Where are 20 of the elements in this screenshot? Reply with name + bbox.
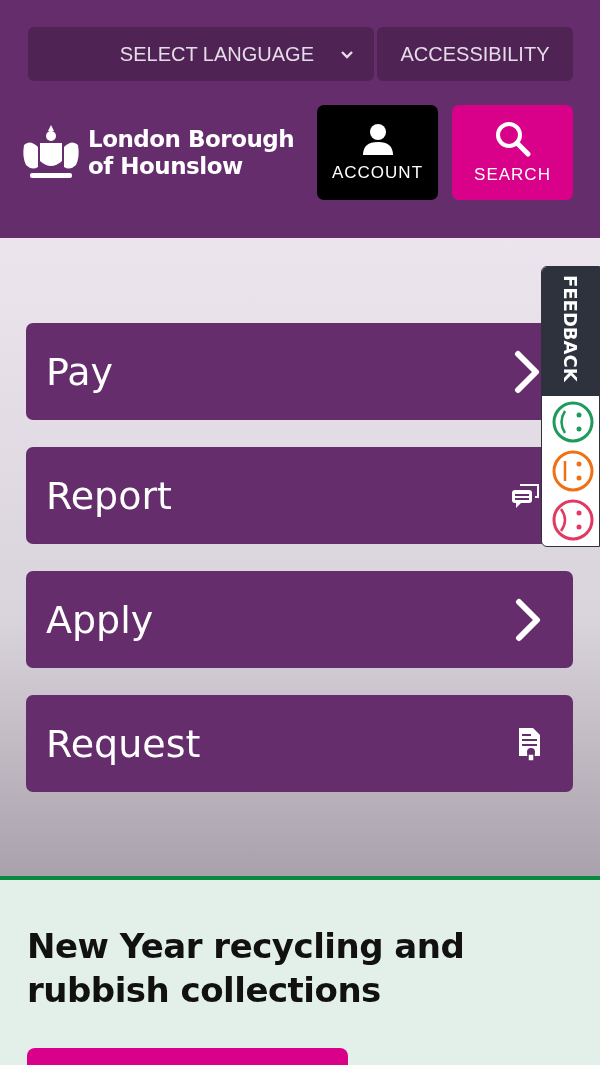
neutral-face-icon[interactable] bbox=[550, 449, 595, 493]
accessibility-button[interactable]: ACCESSIBILITY bbox=[377, 27, 573, 81]
news-heading: New Year recycling and rubbish collections bbox=[27, 925, 466, 1012]
menu-item[interactable]: Request bbox=[26, 695, 573, 792]
search-button[interactable]: SEARCH bbox=[452, 105, 573, 200]
person-icon bbox=[362, 122, 393, 155]
document-icon bbox=[517, 725, 543, 762]
account-button[interactable]: ACCOUNT bbox=[317, 105, 438, 200]
borough-name[interactable]: London Borough of Hounslow bbox=[88, 125, 295, 180]
menu-item[interactable]: Report bbox=[26, 447, 542, 544]
chevron-icon bbox=[512, 349, 542, 394]
language-select[interactable]: SELECT LANGUAGE bbox=[28, 27, 374, 81]
caret-icon bbox=[340, 49, 354, 59]
happy-face-icon[interactable] bbox=[550, 400, 595, 444]
search-icon bbox=[494, 120, 531, 157]
chevron-icon bbox=[513, 597, 543, 642]
feedback-tab[interactable]: FEEDBACK bbox=[542, 267, 599, 396]
sad-face-icon[interactable] bbox=[550, 498, 595, 542]
menu-item[interactable]: Apply bbox=[26, 571, 573, 668]
menu-item[interactable]: Pay bbox=[26, 323, 542, 420]
